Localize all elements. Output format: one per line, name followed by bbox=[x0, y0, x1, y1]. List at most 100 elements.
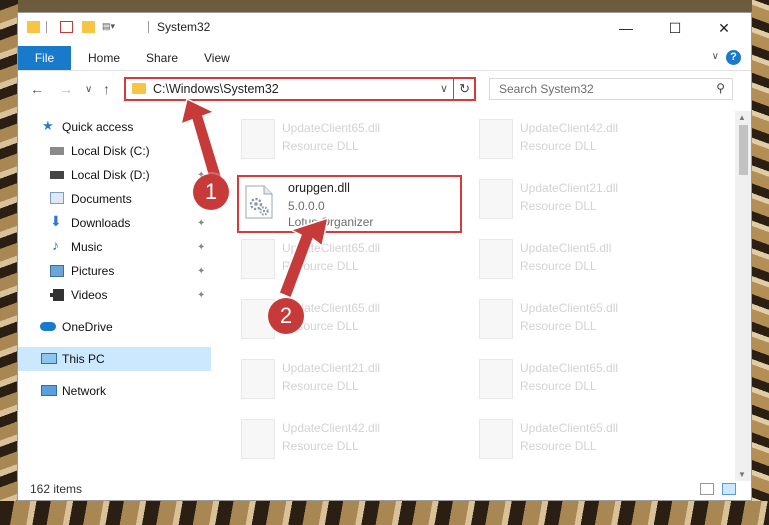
file-name: UpdateClient42.dll bbox=[520, 121, 619, 135]
sidebar-item-music[interactable]: ♪ Music ✦ bbox=[18, 235, 211, 259]
file-type: Resource DLL bbox=[282, 439, 359, 453]
list-item[interactable]: UpdateClient65.dll Resource DLL bbox=[237, 235, 467, 297]
sidebar-item-local-disk-d[interactable]: Local Disk (D:) ✦ bbox=[18, 163, 211, 187]
close-button[interactable]: ✕ bbox=[701, 13, 747, 43]
folder-icon bbox=[132, 83, 146, 94]
forward-button[interactable]: → bbox=[59, 81, 73, 97]
list-item[interactable]: UpdateClient42.dll Resource DLL bbox=[237, 415, 467, 477]
tab-view[interactable]: View bbox=[204, 46, 230, 70]
file-type: Resource DLL bbox=[520, 139, 597, 153]
sidebar-item-label: Quick access bbox=[62, 120, 134, 134]
properties-icon[interactable] bbox=[60, 21, 73, 33]
file-type: Resource DLL bbox=[282, 139, 359, 153]
tab-file[interactable]: File bbox=[18, 46, 71, 70]
sidebar-item-documents[interactable]: Documents ✦ bbox=[18, 187, 211, 211]
file-name: UpdateClient5.dll bbox=[520, 241, 612, 255]
list-item[interactable]: UpdateClient65.dll Resource DLL bbox=[237, 115, 467, 177]
sidebar-item-label: Pictures bbox=[71, 264, 115, 278]
file-name: UpdateClient65.dll bbox=[520, 301, 619, 315]
file-type: Resource DLL bbox=[520, 319, 597, 333]
search-icon[interactable]: ⚲ bbox=[716, 81, 725, 95]
vertical-scrollbar[interactable]: ▲ ▼ bbox=[735, 111, 751, 481]
dll-file-icon bbox=[479, 299, 513, 339]
tab-home[interactable]: Home bbox=[88, 46, 120, 70]
list-item[interactable]: UpdateClient21.dll Resource DLL bbox=[475, 175, 705, 237]
customize-toolbar-icon[interactable]: ▤▾ bbox=[102, 21, 124, 33]
scroll-up-icon[interactable]: ▲ bbox=[738, 113, 746, 122]
step-2-badge: 2 bbox=[268, 298, 304, 334]
sidebar-item-local-disk-c[interactable]: Local Disk (C:) bbox=[18, 139, 211, 163]
new-folder-icon[interactable] bbox=[82, 21, 95, 33]
file-type: Resource DLL bbox=[282, 379, 359, 393]
dll-file-icon bbox=[241, 419, 275, 459]
cloud-icon bbox=[40, 322, 56, 331]
drive-icon bbox=[50, 171, 64, 179]
back-button[interactable]: ← bbox=[30, 81, 44, 97]
list-item[interactable]: UpdateClient65.dll Resource DLL bbox=[475, 355, 705, 417]
sidebar-item-label: Local Disk (C:) bbox=[71, 144, 150, 158]
status-bar: 162 items bbox=[18, 478, 751, 500]
pin-icon: ✦ bbox=[197, 217, 206, 229]
up-button[interactable]: ↑ bbox=[103, 81, 110, 97]
sidebar-item-label: Videos bbox=[71, 288, 108, 302]
file-type: Resource DLL bbox=[520, 439, 597, 453]
file-description: Lotus Organizer bbox=[288, 215, 374, 229]
address-dropdown-icon[interactable]: ∨ bbox=[440, 82, 448, 95]
file-type: Resource DLL bbox=[520, 379, 597, 393]
sidebar-item-label: Music bbox=[71, 240, 103, 254]
search-placeholder[interactable]: Search System32 bbox=[499, 82, 594, 96]
list-item[interactable]: UpdateClient65.dll Resource DLL bbox=[475, 295, 705, 357]
file-name: orupgen.dll bbox=[288, 181, 350, 195]
file-type: Resource DLL bbox=[282, 259, 359, 273]
tab-share[interactable]: Share bbox=[146, 46, 178, 70]
sidebar-item-videos[interactable]: Videos ✦ bbox=[18, 283, 211, 307]
downloads-icon: ⬇ bbox=[50, 213, 62, 229]
address-bar[interactable]: C:\Windows\System32 ∨ ↻ bbox=[124, 77, 476, 101]
search-box[interactable]: Search System32 ⚲ bbox=[489, 78, 733, 100]
sidebar-item-onedrive[interactable]: OneDrive bbox=[18, 315, 211, 339]
highlighted-file-item[interactable]: orupgen.dll 5.0.0.0 Lotus Organizer bbox=[237, 175, 462, 233]
sidebar-item-label: Documents bbox=[71, 192, 132, 206]
maximize-button[interactable]: ☐ bbox=[652, 13, 698, 43]
sidebar-item-label: Downloads bbox=[71, 216, 131, 230]
list-item[interactable]: UpdateClient65.dll Resource DLL bbox=[475, 415, 705, 477]
step-1-badge: 1 bbox=[193, 174, 229, 210]
list-item[interactable]: UpdateClient42.dll Resource DLL bbox=[475, 115, 705, 177]
background-image bbox=[0, 0, 18, 525]
pin-icon: ✦ bbox=[197, 241, 206, 253]
sidebar-item-downloads[interactable]: ⬇ Downloads ✦ bbox=[18, 211, 211, 235]
minimize-button[interactable]: — bbox=[603, 13, 649, 43]
dll-file-icon bbox=[479, 119, 513, 159]
recent-locations-button[interactable]: ∨ bbox=[85, 84, 92, 95]
dll-file-icon bbox=[245, 185, 273, 219]
sidebar-item-label: OneDrive bbox=[62, 320, 113, 334]
documents-icon bbox=[50, 192, 64, 204]
address-path[interactable]: C:\Windows\System32 bbox=[153, 82, 279, 96]
sidebar-item-network[interactable]: Network bbox=[18, 379, 211, 403]
pin-icon: ✦ bbox=[197, 265, 206, 277]
file-list: UpdateClient65.dll Resource DLL UpdateCl… bbox=[223, 111, 733, 481]
sidebar-item-label: This PC bbox=[62, 352, 105, 366]
list-item[interactable]: UpdateClient5.dll Resource DLL bbox=[475, 235, 705, 297]
file-name: UpdateClient42.dll bbox=[282, 421, 381, 435]
refresh-icon[interactable]: ↻ bbox=[459, 81, 470, 97]
large-icons-view-icon[interactable] bbox=[722, 483, 736, 495]
divider bbox=[453, 79, 454, 99]
drive-icon bbox=[50, 147, 64, 155]
background-image-right bbox=[752, 0, 769, 525]
network-icon bbox=[41, 385, 57, 396]
file-version: 5.0.0.0 bbox=[288, 199, 325, 213]
background-image-bottom bbox=[0, 501, 769, 525]
videos-icon bbox=[50, 289, 64, 301]
pin-icon: ✦ bbox=[197, 289, 206, 301]
item-count: 162 items bbox=[30, 482, 83, 496]
help-icon[interactable]: ? bbox=[726, 50, 741, 65]
list-item[interactable]: UpdateClient21.dll Resource DLL bbox=[237, 355, 467, 417]
scrollbar-thumb[interactable] bbox=[739, 125, 748, 175]
sidebar-item-quick-access[interactable]: ★ Quick access bbox=[18, 115, 211, 139]
details-view-icon[interactable] bbox=[700, 483, 714, 495]
folder-icon bbox=[27, 21, 40, 33]
sidebar-item-this-pc[interactable]: This PC bbox=[18, 347, 211, 371]
sidebar-item-pictures[interactable]: Pictures ✦ bbox=[18, 259, 211, 283]
expand-ribbon-icon[interactable]: ∨ bbox=[712, 51, 719, 62]
